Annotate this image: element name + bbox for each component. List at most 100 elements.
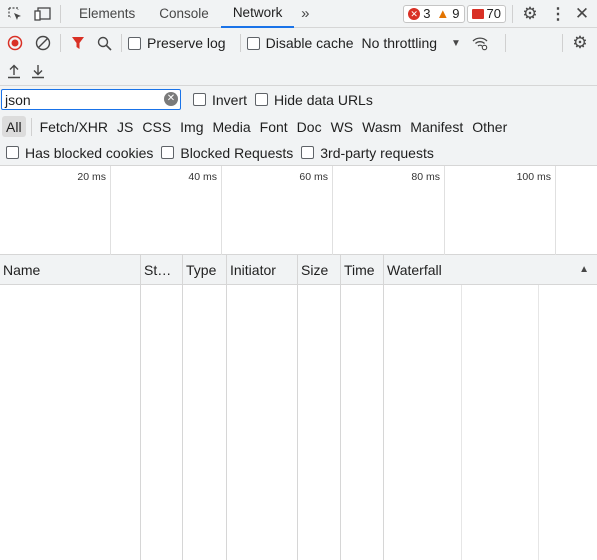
checkbox-box[interactable] — [193, 93, 206, 106]
resource-type-filter: All Fetch/XHR JS CSS Img Media Font Doc … — [0, 113, 597, 140]
checkbox-box[interactable] — [6, 146, 19, 159]
inspect-icon[interactable] — [4, 3, 26, 25]
divider — [30, 117, 32, 136]
close-icon[interactable]: ✕ — [571, 3, 593, 25]
clear-icon[interactable] — [32, 32, 54, 54]
download-icon[interactable] — [27, 61, 49, 83]
checkbox-box[interactable] — [161, 146, 175, 159]
sort-up-icon[interactable]: ▲ — [579, 264, 589, 275]
error-count-badge[interactable]: ✕ 3 ▲ 9 — [403, 4, 465, 23]
import-export-toolbar — [0, 58, 597, 86]
type-filter-manifest[interactable]: Manifest — [406, 116, 467, 137]
filter-input[interactable]: json ✕ — [1, 89, 181, 110]
waterfall-gridline — [461, 285, 462, 560]
kebab-menu-icon[interactable]: ⋮ — [547, 3, 569, 25]
filter-icon[interactable] — [67, 32, 89, 54]
tab-console[interactable]: Console — [147, 0, 221, 28]
checkbox-box[interactable] — [301, 146, 315, 159]
devtools-tab-bar: Elements Console Network » ✕ 3 ▲ 9 70 ⚙ … — [0, 0, 597, 28]
waterfall-gridline — [538, 285, 539, 560]
third-party-requests-label: 3rd-party requests — [320, 144, 434, 161]
filter-bar: json ✕ Invert Hide data URLs — [0, 86, 597, 113]
search-icon[interactable] — [93, 32, 115, 54]
error-icon: ✕ — [408, 7, 421, 20]
column-header-waterfall[interactable]: Waterfall — [384, 255, 597, 285]
dropdown-arrow-icon: ▼ — [451, 37, 461, 49]
issues-icon — [471, 8, 484, 19]
throttling-value: No throttling — [361, 35, 438, 51]
timeline-overview[interactable]: 20 ms 40 ms 60 ms 80 ms 100 ms — [0, 166, 597, 255]
type-filter-media[interactable]: Media — [209, 116, 255, 137]
request-table-body — [0, 285, 597, 560]
has-blocked-cookies-checkbox[interactable]: Has blocked cookies — [6, 145, 153, 161]
request-table-header: Name St… Type Initiator Size Time Waterf… — [0, 255, 597, 285]
timeline-gridline — [110, 166, 111, 255]
preserve-log-checkbox[interactable]: Preserve log — [128, 35, 226, 51]
column-divider — [227, 285, 298, 560]
hide-data-urls-checkbox[interactable]: Hide data URLs — [255, 92, 373, 108]
type-filter-ws[interactable]: WS — [327, 116, 358, 137]
blocked-filter-bar: Has blocked cookies Blocked Requests 3rd… — [0, 140, 597, 166]
invert-checkbox[interactable]: Invert — [193, 92, 247, 108]
column-header-size[interactable]: Size — [298, 255, 341, 285]
filter-input-value: json — [5, 91, 31, 108]
disable-cache-checkbox[interactable]: Disable cache — [246, 35, 354, 51]
type-filter-img[interactable]: Img — [176, 116, 207, 137]
column-header-type[interactable]: Type — [183, 255, 227, 285]
throttling-select[interactable]: No throttling ▼ — [362, 35, 461, 51]
warning-icon: ▲ — [436, 6, 450, 21]
timeline-tick-label: 100 ms — [516, 171, 551, 183]
checkbox-box[interactable] — [128, 36, 141, 50]
column-header-time[interactable]: Time — [341, 255, 384, 285]
upload-icon[interactable] — [3, 61, 25, 83]
column-header-name[interactable]: Name — [0, 255, 141, 285]
column-divider — [341, 285, 384, 560]
has-blocked-cookies-label: Has blocked cookies — [25, 144, 154, 161]
network-settings-icon[interactable]: ⚙ — [569, 32, 591, 54]
checkbox-box[interactable] — [255, 93, 269, 106]
type-filter-fetch-xhr[interactable]: Fetch/XHR — [36, 116, 112, 137]
type-filter-all[interactable]: All — [2, 116, 26, 137]
timeline-tick-label: 40 ms — [188, 171, 217, 183]
tab-network[interactable]: Network — [220, 0, 295, 28]
hide-data-urls-label: Hide data URLs — [274, 91, 373, 108]
network-conditions-icon[interactable] — [469, 32, 491, 54]
column-divider — [141, 285, 183, 560]
more-tabs-icon[interactable]: » — [294, 3, 316, 25]
tab-elements[interactable]: Elements — [67, 0, 147, 28]
issues-count-badge[interactable]: 70 — [466, 4, 506, 23]
timeline-gridline — [221, 166, 222, 255]
type-filter-js[interactable]: JS — [113, 116, 137, 137]
timeline-tick-label: 60 ms — [299, 171, 328, 183]
column-header-initiator[interactable]: Initiator — [227, 255, 298, 285]
network-toolbar: Preserve log Disable cache No throttling… — [0, 28, 597, 58]
clear-filter-icon[interactable]: ✕ — [164, 92, 178, 106]
type-filter-doc[interactable]: Doc — [293, 116, 326, 137]
error-count: 3 — [423, 6, 431, 21]
type-filter-wasm[interactable]: Wasm — [358, 116, 405, 137]
blocked-requests-checkbox[interactable]: Blocked Requests — [161, 145, 293, 161]
settings-icon[interactable]: ⚙ — [519, 3, 541, 25]
preserve-log-label: Preserve log — [147, 35, 226, 51]
disable-cache-label: Disable cache — [265, 35, 354, 51]
divider — [60, 4, 61, 23]
timeline-gridline — [332, 166, 333, 255]
type-filter-other[interactable]: Other — [468, 116, 511, 137]
type-filter-font[interactable]: Font — [256, 116, 292, 137]
timeline-tick-label: 80 ms — [411, 171, 440, 183]
record-icon[interactable] — [4, 32, 26, 54]
divider — [121, 34, 122, 52]
divider — [60, 34, 61, 52]
checkbox-box[interactable] — [246, 36, 260, 50]
blocked-requests-label: Blocked Requests — [180, 144, 294, 161]
divider — [512, 4, 513, 23]
column-header-status[interactable]: St… — [141, 255, 183, 285]
warning-count: 9 — [452, 6, 460, 21]
type-filter-css[interactable]: CSS — [138, 116, 175, 137]
device-toolbar-icon[interactable] — [32, 3, 54, 25]
column-divider — [298, 285, 341, 560]
invert-label: Invert — [212, 91, 248, 108]
timeline-gridline — [444, 166, 445, 255]
third-party-requests-checkbox[interactable]: 3rd-party requests — [301, 145, 434, 161]
timeline-tick-label: 20 ms — [77, 171, 106, 183]
